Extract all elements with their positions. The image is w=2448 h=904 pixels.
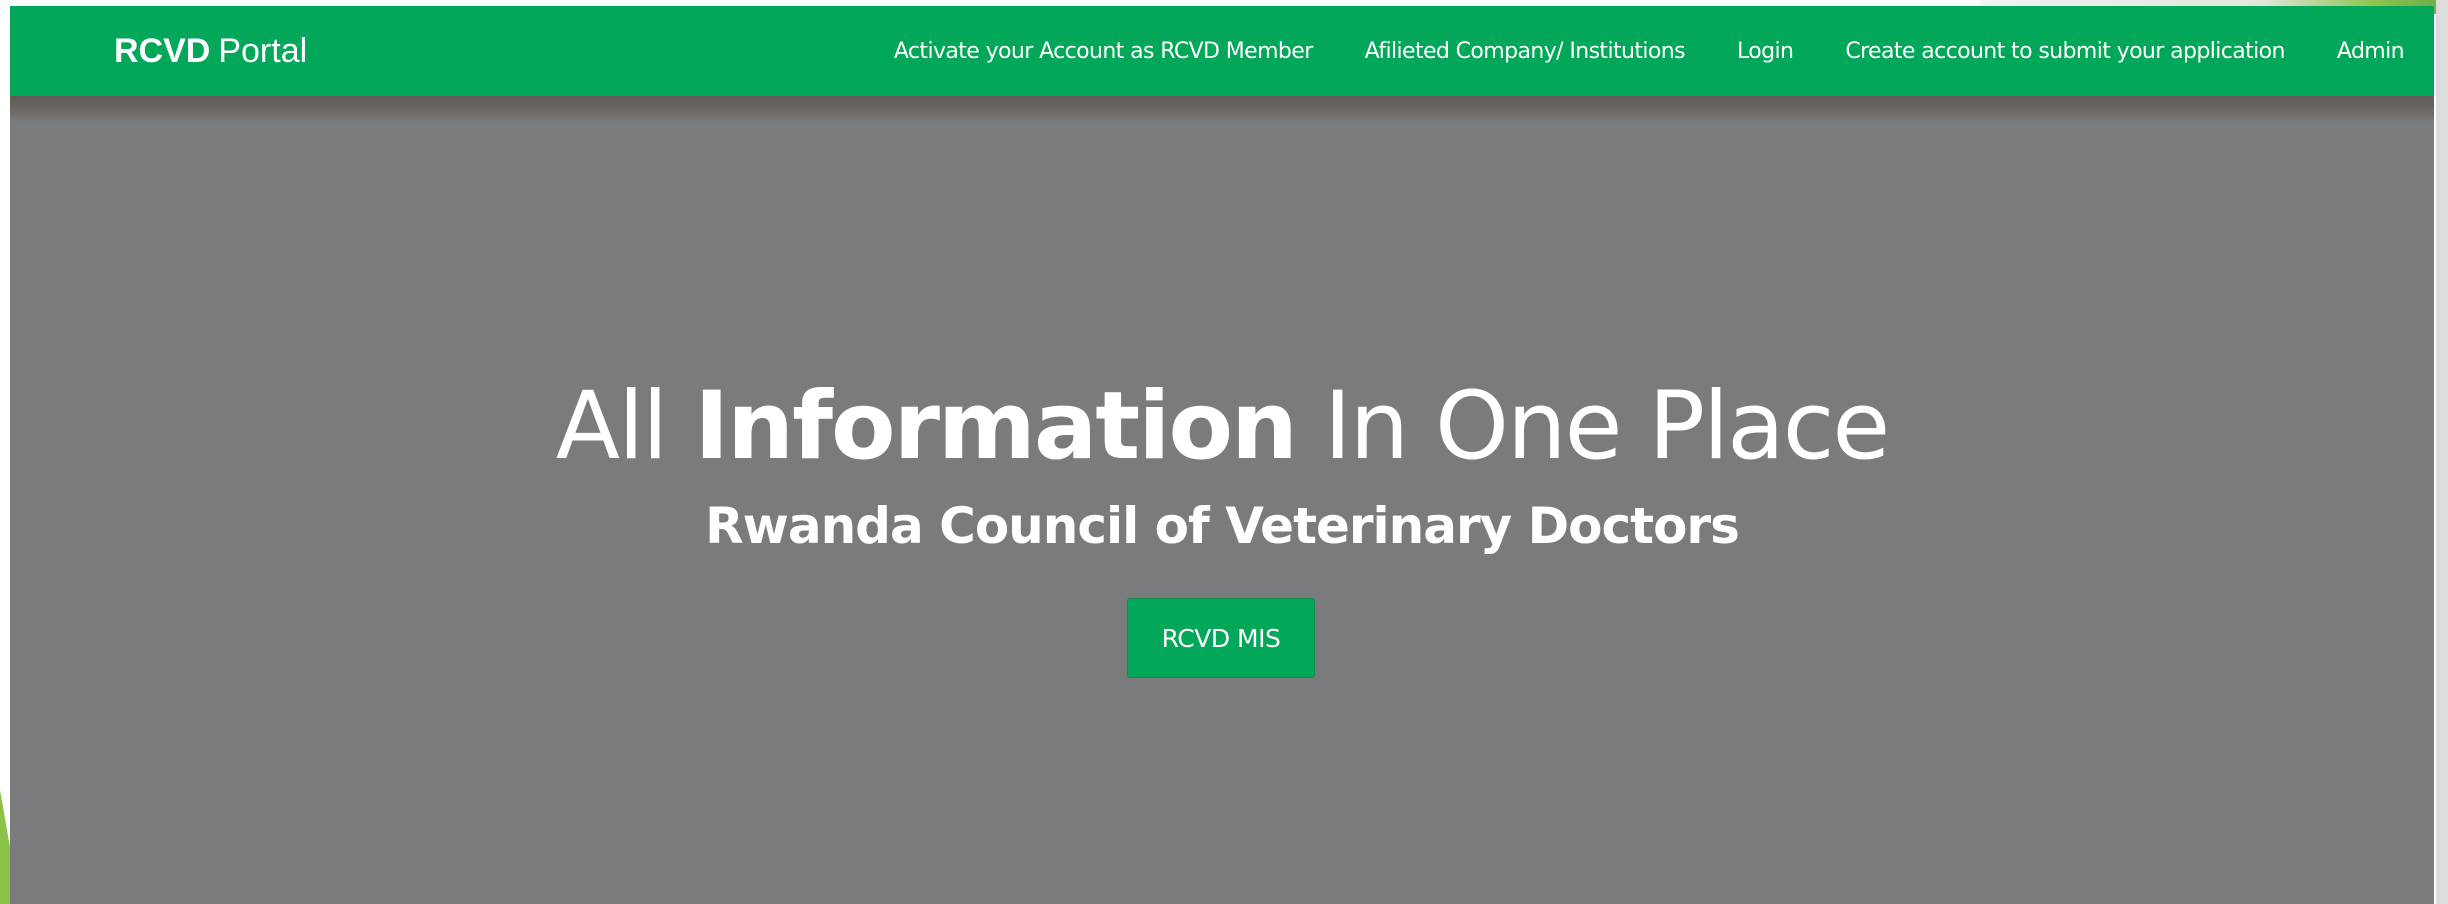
- nav-link-admin[interactable]: Admin: [2311, 39, 2430, 64]
- top-navbar: RCVD Portal Activate your Account as RCV…: [10, 6, 2434, 96]
- rcvd-mis-button[interactable]: RCVD MIS: [1127, 598, 1315, 678]
- hero-title-prefix: All: [555, 372, 669, 481]
- nav-links: Activate your Account as RCVD Member Afi…: [868, 6, 2434, 96]
- nav-link-affiliated-company[interactable]: Afilieted Company/ Institutions: [1339, 39, 1711, 64]
- hero-title-suffix: In One Place: [1323, 372, 1890, 481]
- navbar-shadow-band: [10, 96, 2434, 122]
- nav-link-create-account[interactable]: Create account to submit your applicatio…: [1819, 39, 2311, 64]
- hero-subtitle: Rwanda Council of Veterinary Doctors: [705, 497, 1740, 555]
- nav-link-activate-account[interactable]: Activate your Account as RCVD Member: [868, 39, 1339, 64]
- brand-name-rest: Portal: [218, 31, 308, 70]
- hero-section: All Information In One Place Rwanda Coun…: [10, 122, 2434, 904]
- browser-viewport: RCVD Portal Activate your Account as RCV…: [10, 6, 2434, 904]
- brand-name-strong: RCVD: [114, 31, 211, 70]
- nav-link-login[interactable]: Login: [1711, 39, 1819, 64]
- brand-logo-link[interactable]: RCVD Portal: [114, 6, 307, 96]
- slide-backdrop-strip: [2436, 0, 2448, 904]
- hero-title: All Information In One Place: [10, 377, 2434, 477]
- hero-title-strong: Information: [694, 372, 1298, 481]
- screenshot-stage: RCVD Portal Activate your Account as RCV…: [0, 0, 2448, 904]
